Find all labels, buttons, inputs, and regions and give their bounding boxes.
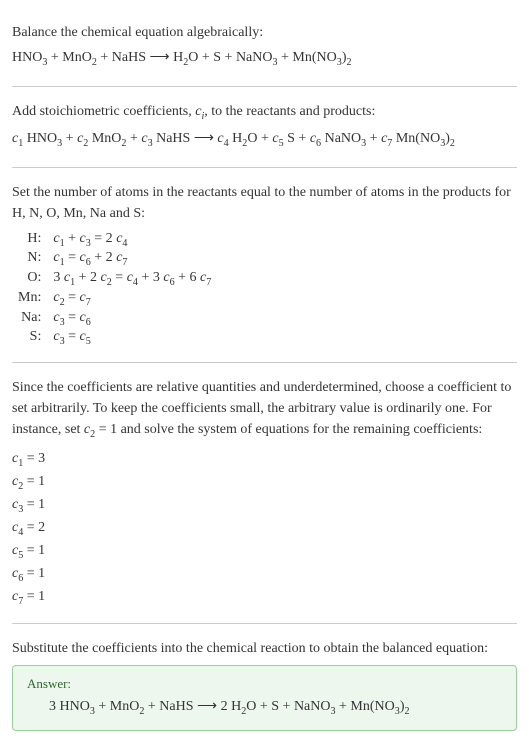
section-problem-statement: Balance the chemical equation algebraica… [12, 8, 517, 87]
eq-text: HNO3 + MnO2 + NaHS ⟶ H2O + S + NaNO3 + M… [12, 49, 352, 68]
atom-equations-table: H: c1 + c3 = 2 c4 N: c1 = c6 + 2 c7 O: 3… [12, 230, 217, 349]
equation-cell: c2 = c7 [47, 289, 217, 309]
table-row: S: c3 = c5 [12, 328, 217, 348]
section-answer: Substitute the coefficients into the che… [12, 624, 517, 746]
list-item: c2 = 1 [12, 471, 517, 494]
list-item: c6 = 1 [12, 563, 517, 586]
substitute-instruction: Substitute the coefficients into the che… [12, 638, 517, 659]
equation-cell: 3 c1 + 2 c2 = c4 + 3 c6 + 6 c7 [47, 269, 217, 289]
list-item: c7 = 1 [12, 586, 517, 609]
element-label: S: [12, 328, 47, 348]
table-row: Mn: c2 = c7 [12, 289, 217, 309]
eq-text: 3 HNO3 + MnO2 + NaHS ⟶ 2 H2O + S + NaNO3… [49, 698, 410, 717]
section-atom-equations: Set the number of atoms in the reactants… [12, 168, 517, 364]
section-add-coefficients: Add stoichiometric coefficients, ci, to … [12, 87, 517, 168]
element-label: Na: [12, 309, 47, 329]
equation-cell: c3 = c6 [47, 309, 217, 329]
balance-instruction: Balance the chemical equation algebraica… [12, 22, 517, 43]
solve-instruction: Since the coefficients are relative quan… [12, 377, 517, 442]
equation-cell: c3 = c5 [47, 328, 217, 348]
table-row: Na: c3 = c6 [12, 309, 217, 329]
equation-cell: c1 = c6 + 2 c7 [47, 249, 217, 269]
table-row: H: c1 + c3 = 2 c4 [12, 230, 217, 250]
balanced-equation: 3 HNO3 + MnO2 + NaHS ⟶ 2 H2O + S + NaNO3… [27, 698, 502, 717]
atom-balance-instruction: Set the number of atoms in the reactants… [12, 182, 517, 224]
section-solve-coefficients: Since the coefficients are relative quan… [12, 363, 517, 623]
eq-text: c1 HNO3 + c2 MnO2 + c3 NaHS ⟶ c4 H2O + c… [12, 130, 455, 149]
answer-box: Answer: 3 HNO3 + MnO2 + NaHS ⟶ 2 H2O + S… [12, 665, 517, 732]
answer-label: Answer: [27, 676, 502, 692]
list-item: c3 = 1 [12, 494, 517, 517]
element-label: Mn: [12, 289, 47, 309]
list-item: c4 = 2 [12, 517, 517, 540]
table-row: N: c1 = c6 + 2 c7 [12, 249, 217, 269]
equation-cell: c1 + c3 = 2 c4 [47, 230, 217, 250]
list-item: c1 = 3 [12, 448, 517, 471]
element-label: N: [12, 249, 47, 269]
element-label: H: [12, 230, 47, 250]
add-coef-instruction: Add stoichiometric coefficients, ci, to … [12, 101, 517, 124]
table-row: O: 3 c1 + 2 c2 = c4 + 3 c6 + 6 c7 [12, 269, 217, 289]
unbalanced-equation: HNO3 + MnO2 + NaHS ⟶ H2O + S + NaNO3 + M… [12, 49, 517, 68]
coefficient-values-list: c1 = 3 c2 = 1 c3 = 1 c4 = 2 c5 = 1 c6 = … [12, 448, 517, 608]
element-label: O: [12, 269, 47, 289]
coefficient-equation: c1 HNO3 + c2 MnO2 + c3 NaHS ⟶ c4 H2O + c… [12, 130, 517, 149]
list-item: c5 = 1 [12, 540, 517, 563]
